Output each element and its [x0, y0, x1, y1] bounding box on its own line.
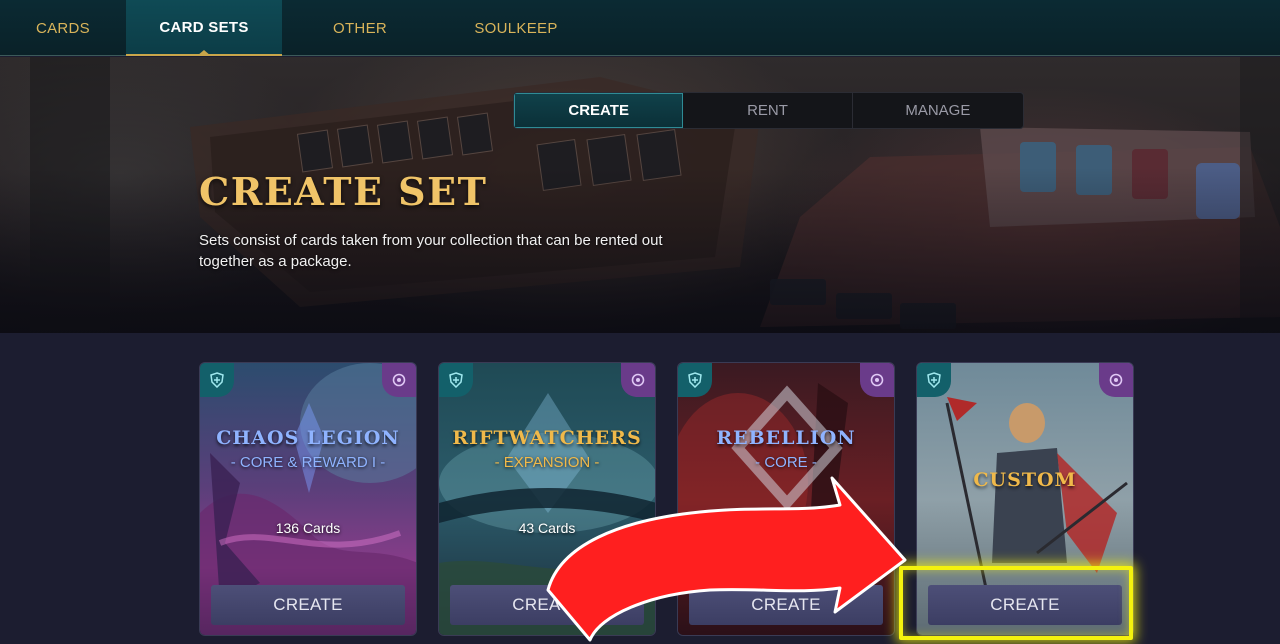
hero-banner: CREATE RENT MANAGE CREATE SET Sets consi…: [0, 57, 1280, 333]
segment-rent[interactable]: RENT: [683, 93, 853, 128]
shield-plus-icon: [200, 363, 234, 397]
set-subtitle: - CORE -: [755, 454, 817, 471]
set-card-count: 136 Cards: [275, 520, 341, 536]
set-name: CHAOS LEGION: [216, 427, 400, 449]
set-card-custom: CUSTOM CREATE: [916, 362, 1134, 636]
nav-tab-cards[interactable]: CARDS: [0, 0, 126, 56]
create-button-chaos-legion[interactable]: CREATE: [211, 585, 405, 625]
create-button-custom[interactable]: CREATE: [928, 585, 1122, 625]
set-name: REBELLION: [716, 427, 856, 449]
create-rent-manage-switch: CREATE RENT MANAGE: [513, 92, 1024, 129]
shield-plus-icon: [439, 363, 473, 397]
gear-icon: [1099, 363, 1133, 397]
shield-plus-icon: [678, 363, 712, 397]
set-name: RIFTWATCHERS: [452, 427, 642, 449]
nav-tab-other[interactable]: OTHER: [282, 0, 438, 56]
set-subtitle: - EXPANSION -: [494, 454, 600, 471]
page-title: CREATE SET: [199, 169, 488, 214]
top-navigation: CARDS CARD SETS OTHER SOULKEEP: [0, 0, 1280, 56]
page-description: Sets consist of cards taken from your co…: [199, 232, 663, 270]
set-card-chaos-legion: CHAOS LEGION - CORE & REWARD I - 136 Car…: [199, 362, 417, 636]
nav-tab-soulkeep[interactable]: SOULKEEP: [438, 0, 594, 56]
gear-icon: [382, 363, 416, 397]
set-card-count: 43 Cards: [518, 520, 576, 536]
segment-manage[interactable]: MANAGE: [853, 93, 1023, 128]
set-name: CUSTOM: [973, 469, 1077, 491]
create-button-riftwatchers[interactable]: CREATE: [450, 585, 644, 625]
set-card-rebellion: REBELLION - CORE - CREATE: [677, 362, 895, 636]
create-button-rebellion[interactable]: CREATE: [689, 585, 883, 625]
segment-create[interactable]: CREATE: [514, 93, 684, 128]
set-card-riftwatchers: RIFTWATCHERS - EXPANSION - 43 Cards CREA…: [438, 362, 656, 636]
set-subtitle: - CORE & REWARD I -: [230, 454, 386, 471]
shield-plus-icon: [917, 363, 951, 397]
gear-icon: [621, 363, 655, 397]
nav-tab-card-sets[interactable]: CARD SETS: [126, 0, 282, 56]
gear-icon: [860, 363, 894, 397]
